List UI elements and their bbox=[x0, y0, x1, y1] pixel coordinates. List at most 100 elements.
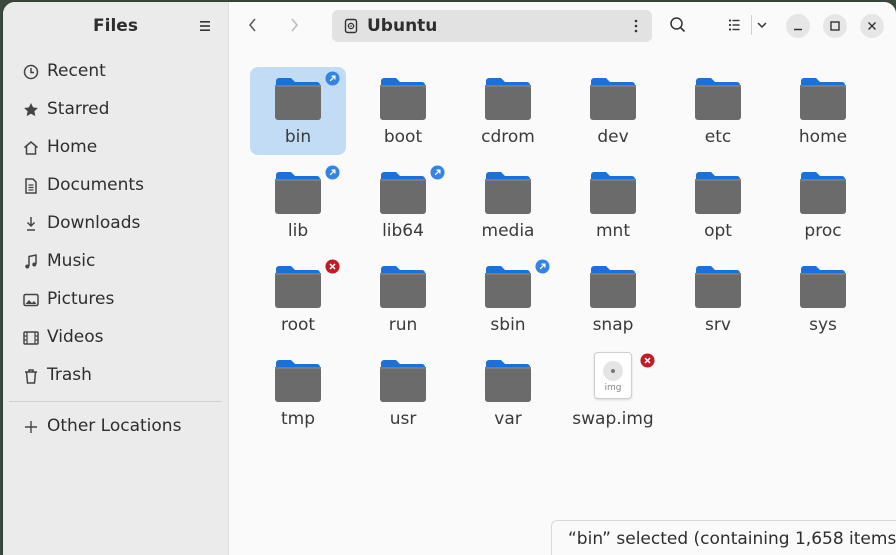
path-bar[interactable]: Ubuntu bbox=[332, 10, 652, 42]
clock-icon bbox=[23, 64, 39, 80]
status-overlay: “bin” selected (containing 1,658 items) bbox=[551, 520, 896, 555]
sidebar-item-label: Home bbox=[47, 137, 98, 157]
file-name: cdrom bbox=[481, 127, 535, 147]
folder-icon bbox=[380, 266, 426, 308]
folder-item[interactable]: lib64 bbox=[355, 161, 451, 249]
folder-item[interactable]: opt bbox=[670, 161, 766, 249]
file-name: opt bbox=[704, 221, 732, 241]
folder-item[interactable]: proc bbox=[775, 161, 871, 249]
folder-item[interactable]: sys bbox=[775, 255, 871, 343]
folder-item[interactable]: tmp bbox=[250, 349, 346, 437]
folder-item[interactable]: root bbox=[250, 255, 346, 343]
drive-icon bbox=[344, 18, 358, 34]
folder-item[interactable]: bin bbox=[250, 67, 346, 155]
folder-item[interactable]: srv bbox=[670, 255, 766, 343]
folder-item[interactable]: home bbox=[775, 67, 871, 155]
close-icon bbox=[868, 22, 876, 30]
folder-icon bbox=[695, 172, 741, 214]
sidebar-item-label: Videos bbox=[47, 327, 104, 347]
disk-image-icon: img bbox=[594, 352, 632, 399]
chevron-left-icon bbox=[249, 18, 256, 32]
sidebar-item-label: Downloads bbox=[47, 213, 141, 233]
sidebar-item-pictures[interactable]: Pictures bbox=[9, 282, 222, 318]
file-name: dev bbox=[597, 127, 629, 147]
film-icon bbox=[23, 331, 39, 345]
file-name: bin bbox=[284, 127, 312, 147]
close-button[interactable] bbox=[860, 14, 884, 38]
folder-icon bbox=[695, 78, 741, 120]
sidebar: Files Recent Starred Home Documents Down… bbox=[3, 2, 229, 555]
picture-icon bbox=[23, 293, 39, 307]
folder-icon bbox=[590, 266, 636, 308]
sidebar-item-starred[interactable]: Starred bbox=[9, 92, 222, 128]
folder-icon bbox=[590, 172, 636, 214]
minimize-icon bbox=[794, 28, 802, 31]
folder-icon bbox=[485, 266, 531, 308]
folder-icon bbox=[800, 78, 846, 120]
folder-icon bbox=[275, 172, 321, 214]
sidebar-item-trash[interactable]: Trash bbox=[9, 358, 222, 394]
plus-icon bbox=[25, 421, 37, 433]
back-button[interactable] bbox=[239, 11, 267, 39]
maximize-button[interactable] bbox=[823, 14, 847, 38]
header-bar: Ubuntu bbox=[229, 2, 896, 48]
sidebar-item-recent[interactable]: Recent bbox=[9, 54, 222, 90]
file-name: home bbox=[798, 127, 848, 147]
folder-item[interactable]: usr bbox=[355, 349, 451, 437]
content-pane: Ubuntu bin boot cdrom dev etc home lib l… bbox=[229, 2, 896, 555]
search-button[interactable] bbox=[664, 11, 692, 39]
vertical-dots-icon bbox=[634, 19, 638, 33]
folder-icon bbox=[380, 360, 426, 402]
main-menu-button[interactable] bbox=[193, 14, 217, 38]
folder-item[interactable]: mnt bbox=[565, 161, 661, 249]
sidebar-item-home[interactable]: Home bbox=[9, 130, 222, 166]
folder-icon bbox=[800, 172, 846, 214]
chevron-right-icon bbox=[291, 18, 298, 32]
symlink-emblem-icon bbox=[325, 165, 340, 180]
sidebar-item-label: Music bbox=[47, 251, 96, 271]
chevron-down-icon bbox=[757, 22, 767, 29]
unreadable-emblem-icon bbox=[325, 259, 340, 274]
search-icon bbox=[670, 17, 686, 33]
sidebar-item-label: Recent bbox=[47, 61, 106, 81]
status-text: “bin” selected (containing 1,658 items) bbox=[568, 529, 896, 549]
file-name: proc bbox=[804, 221, 842, 241]
sidebar-item-documents[interactable]: Documents bbox=[9, 168, 222, 204]
folder-icon bbox=[485, 172, 531, 214]
file-item[interactable]: img swap.img bbox=[565, 349, 661, 437]
forward-button[interactable] bbox=[280, 11, 308, 39]
home-icon bbox=[24, 141, 38, 155]
view-list-button[interactable] bbox=[721, 11, 749, 39]
folder-icon bbox=[695, 266, 741, 308]
folder-item[interactable]: sbin bbox=[460, 255, 556, 343]
folder-item[interactable]: var bbox=[460, 349, 556, 437]
sidebar-item-other-locations[interactable]: Other Locations bbox=[9, 409, 222, 445]
download-icon bbox=[26, 217, 36, 231]
sidebar-item-downloads[interactable]: Downloads bbox=[9, 206, 222, 242]
minimize-button[interactable] bbox=[786, 14, 810, 38]
folder-item[interactable]: lib bbox=[250, 161, 346, 249]
files-window: Files Recent Starred Home Documents Down… bbox=[3, 2, 896, 555]
file-name: sys bbox=[809, 315, 837, 335]
list-view-icon bbox=[728, 19, 740, 31]
file-name: usr bbox=[389, 409, 417, 429]
folder-item[interactable]: etc bbox=[670, 67, 766, 155]
sidebar-item-videos[interactable]: Videos bbox=[9, 320, 222, 356]
sidebar-item-music[interactable]: Music bbox=[9, 244, 222, 280]
folder-item[interactable]: run bbox=[355, 255, 451, 343]
file-name: srv bbox=[705, 315, 731, 335]
sidebar-item-label: Pictures bbox=[47, 289, 115, 309]
unreadable-emblem-icon bbox=[640, 353, 655, 368]
folder-icon bbox=[380, 78, 426, 120]
folder-item[interactable]: media bbox=[460, 161, 556, 249]
symlink-emblem-icon bbox=[325, 71, 340, 86]
folder-item[interactable]: cdrom bbox=[460, 67, 556, 155]
sidebar-header: Files bbox=[3, 2, 228, 48]
folder-icon bbox=[275, 78, 321, 120]
view-options-button[interactable] bbox=[750, 11, 774, 39]
folder-item[interactable]: snap bbox=[565, 255, 661, 343]
folder-icon bbox=[800, 266, 846, 308]
folder-item[interactable]: boot bbox=[355, 67, 451, 155]
location-menu-button[interactable] bbox=[624, 14, 648, 38]
folder-item[interactable]: dev bbox=[565, 67, 661, 155]
